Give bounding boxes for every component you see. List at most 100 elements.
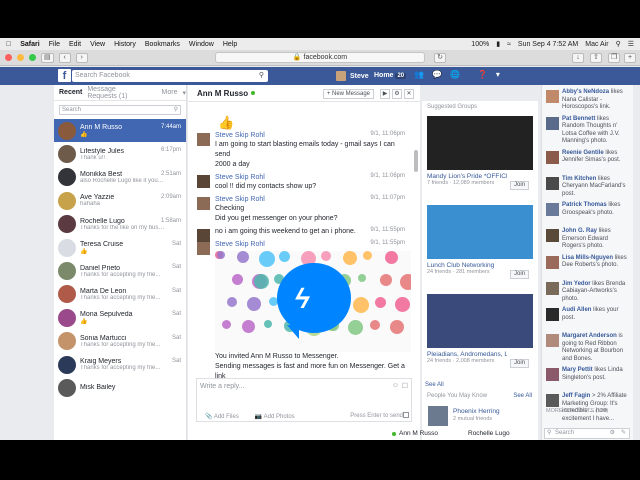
menu-edit[interactable]: Edit <box>69 41 81 48</box>
menu-view[interactable]: View <box>90 41 105 48</box>
share-icon[interactable]: ⇧ <box>590 52 602 63</box>
battery-icon[interactable]: ▮ <box>496 40 500 48</box>
join-group-button[interactable]: Join <box>509 270 529 279</box>
join-group-button[interactable]: Join <box>509 181 529 190</box>
downloads-icon[interactable]: ↓ <box>572 52 584 63</box>
facebook-logo-icon[interactable]: f <box>58 69 71 82</box>
reply-input[interactable]: Write a reply... <box>200 383 244 390</box>
sidebar-toggle-icon[interactable]: ▤ <box>41 52 54 63</box>
conversation-item[interactable]: Misk Bailey <box>54 376 186 399</box>
ticker-item[interactable]: Audi Allen likes your post. <box>542 307 633 329</box>
video-call-icon[interactable]: ▶ <box>380 89 390 99</box>
profile-link[interactable]: Steve <box>336 71 369 81</box>
spotlight-icon[interactable]: ⚲ <box>616 40 621 48</box>
conversation-item[interactable]: Mona Sepulveda 👍 Sat <box>54 306 186 329</box>
conversation-item[interactable]: Teresa Cruise 👍 Sat <box>54 236 186 259</box>
avatar[interactable] <box>197 242 210 255</box>
minimize-window-icon[interactable] <box>17 54 24 61</box>
pymk-see-all-link[interactable]: See All <box>513 393 532 399</box>
close-icon[interactable]: ✕ <box>404 89 414 99</box>
gear-icon[interactable]: ⚙ <box>610 429 615 438</box>
emoji-icon[interactable]: ☺ <box>392 382 399 389</box>
ticker-item[interactable]: Margaret Anderson is going to Red Ribbon… <box>542 333 633 363</box>
press-enter-checkbox[interactable] <box>403 412 409 418</box>
ticker-item[interactable]: Reenie Gentile likes Jennifer Simas's po… <box>542 150 633 172</box>
contacts-search-input[interactable]: ⚲ Search ⚙ ✎ <box>544 428 630 439</box>
messages-icon[interactable]: 💬 <box>432 70 442 79</box>
messenger-invite-image[interactable]: ϟ <box>215 251 411 352</box>
add-photos-button[interactable]: 📷 Add Photos <box>255 413 295 420</box>
close-window-icon[interactable] <box>5 54 12 61</box>
conversation-item[interactable]: Monikka Best also Rochelle Lugo like it y… <box>54 166 186 189</box>
compose-icon[interactable]: ✎ <box>621 429 626 438</box>
chat-title[interactable]: Ann M Russo <box>197 89 248 98</box>
avatar[interactable] <box>428 406 448 426</box>
zoom-window-icon[interactable] <box>29 54 36 61</box>
ticker-item[interactable]: Lisa Mills-Nguyen likes Dee Roberts's ph… <box>542 255 633 277</box>
menu-window[interactable]: Window <box>189 41 214 48</box>
avatar[interactable] <box>197 133 210 146</box>
ticker-item[interactable]: Abby's NeNdoza likes Nana Calistar - Hor… <box>542 89 633 112</box>
ticker-item[interactable]: John G. Ray likes Emerson Edward Rogers'… <box>542 228 633 251</box>
avatar[interactable] <box>197 197 210 210</box>
friend-requests-icon[interactable]: 👥 <box>414 70 424 79</box>
notifications-icon[interactable]: 🌐 <box>450 70 460 79</box>
tab-message-requests[interactable]: Message Requests (1) <box>87 86 144 100</box>
conversation-item[interactable]: Ann M Russo 👍 7:44am <box>54 119 186 143</box>
conversation-item[interactable]: Rochelle Lugo Thanks for the like on my b… <box>54 213 186 236</box>
ticker-item[interactable]: Pat Bennett likes Random Thoughts n' Lot… <box>542 116 633 146</box>
help-icon[interactable]: ❓ <box>478 70 488 79</box>
ticker-item[interactable]: Mary Pettit likes Linda Singleton's post… <box>542 367 633 389</box>
conversation-item[interactable]: Marta De Leon Thanks for accepting my fri… <box>54 283 186 306</box>
ticker-item[interactable]: Jim Yedor likes Brenda Cabiayan-Artworks… <box>542 281 633 304</box>
group-name[interactable]: Pleiadians, Andromedans, Lyrans, Sirians… <box>427 351 507 358</box>
ticker-item[interactable]: Tim Kitchen likes Cheryann MacFarland's … <box>542 176 633 199</box>
device-name[interactable]: Mac Air <box>585 41 608 48</box>
reply-composer[interactable]: Write a reply... ☺ ☐ 📎 Add Files 📷 Add P… <box>196 378 412 422</box>
facebook-search-input[interactable]: Search Facebook ⚲ <box>72 70 268 82</box>
back-icon[interactable]: ‹ <box>58 52 71 63</box>
pymk-person-name[interactable]: Phoenix Herring <box>453 408 500 415</box>
conversation-item[interactable]: Kraig Meyers Thanks for accepting my frie… <box>54 353 186 376</box>
thread-scrollbar[interactable] <box>414 150 418 172</box>
join-group-button[interactable]: Join <box>509 359 529 368</box>
address-bar[interactable]: 🔒 facebook.com <box>215 52 425 63</box>
chat-tab-rochelle[interactable]: Rochelle Lugo <box>465 430 513 437</box>
conversation-item[interactable]: Lifestyle Jules Thank u!! 6:17pm <box>54 142 186 165</box>
tab-more[interactable]: More <box>162 89 178 96</box>
reload-icon[interactable]: ↻ <box>434 52 446 63</box>
gear-icon[interactable]: ⚙ <box>392 89 402 99</box>
search-icon[interactable]: ⚲ <box>259 70 264 82</box>
menu-bookmarks[interactable]: Bookmarks <box>145 41 180 48</box>
conversation-item[interactable]: Daniel Prieto Thanks for accepting my fri… <box>54 259 186 282</box>
group-cover-image[interactable] <box>427 116 533 170</box>
apple-icon[interactable]:  <box>6 41 11 48</box>
wifi-icon[interactable]: ≈ <box>507 41 511 48</box>
new-message-button[interactable]: + New Message <box>322 89 374 99</box>
group-name[interactable]: Lunch Club Networking <box>427 262 507 269</box>
new-tab-icon[interactable]: + <box>624 52 636 63</box>
account-menu-icon[interactable]: ▾ <box>496 70 500 79</box>
menu-file[interactable]: File <box>49 41 60 48</box>
conversation-item[interactable]: Sonia Martucci Thanks for accepting my fr… <box>54 330 186 353</box>
group-name[interactable]: Mandy Lion's Pride *OFFICIAL* <box>427 173 507 180</box>
home-link[interactable]: Home 20 <box>374 72 407 79</box>
clock[interactable]: Sun Sep 4 7:52 AM <box>518 41 578 48</box>
tab-recent[interactable]: Recent <box>59 89 82 96</box>
ticker-item[interactable]: Patrick Thomas likes Groospeak's photo. <box>542 202 633 224</box>
menu-app-safari[interactable]: Safari <box>20 41 39 48</box>
chevron-down-icon[interactable]: ▾ <box>182 89 186 97</box>
forward-icon[interactable]: › <box>75 52 88 63</box>
more-contacts-label[interactable]: MORE CONTACTS (122) <box>546 408 608 414</box>
menu-help[interactable]: Help <box>223 41 237 48</box>
add-files-button[interactable]: 📎 Add Files <box>205 413 239 420</box>
group-cover-image[interactable] <box>427 205 533 259</box>
avatar[interactable] <box>197 175 210 188</box>
groups-see-all-link[interactable]: See All <box>425 382 444 388</box>
menu-history[interactable]: History <box>114 41 136 48</box>
chat-tab-ann[interactable]: Ann M Russo <box>392 430 438 437</box>
attach-icon[interactable]: ☐ <box>402 382 408 390</box>
conversation-search-input[interactable]: Search ⚲ <box>59 105 181 115</box>
notification-center-icon[interactable]: ☰ <box>628 40 634 48</box>
tabs-icon[interactable]: ❐ <box>608 52 621 63</box>
